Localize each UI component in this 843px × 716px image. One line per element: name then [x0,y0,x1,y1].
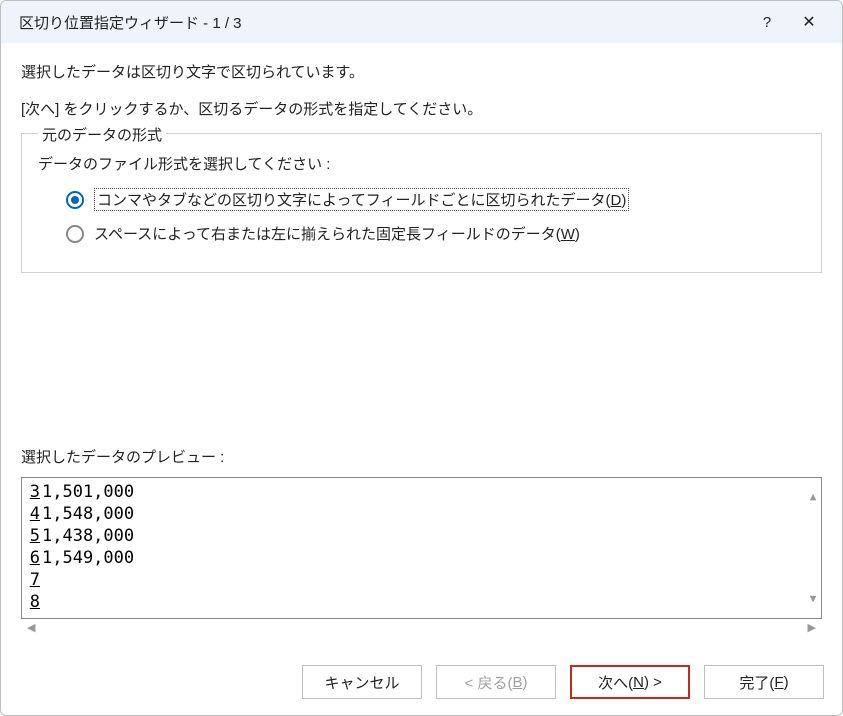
radio-delimited[interactable]: コンマやタブなどの区切り文字によってフィールドごとに区切られたデータ(D) [66,188,805,211]
radio-fixedwidth-label: スペースによって右または左に揃えられた固定長フィールドのデータ(W) [94,223,580,244]
titlebar: 区切り位置指定ウィザード - 1 / 3 ? ✕ [1,1,842,43]
dialog-body: 選択したデータは区切り文字で区切られています。 [次へ] をクリックするか、区切… [1,43,842,653]
data-format-group: 元のデータの形式 データのファイル形式を選択してください : コンマやタブなどの… [21,133,822,273]
intro-line-1: 選択したデータは区切り文字で区切られています。 [21,61,822,82]
scroll-up-icon: ▲ [807,486,819,508]
preview-row: 8 [28,591,821,613]
preview-row: 61,549,000 [28,547,821,569]
button-row: キャンセル < 戻る(B) 次へ(N) > 完了(F) [1,653,842,715]
preview-row: 31,501,000 [28,481,821,503]
back-button[interactable]: < 戻る(B) [436,665,556,699]
wizard-window: 区切り位置指定ウィザード - 1 / 3 ? ✕ 選択したデータは区切り文字で区… [0,0,843,716]
radio-fixedwidth[interactable]: スペースによって右または左に揃えられた固定長フィールドのデータ(W) [66,223,805,244]
vertical-scrollbar[interactable]: ▲ ▼ [807,486,819,610]
scroll-right-icon: ▶ [808,621,816,641]
radio-delimited-label: コンマやタブなどの区切り文字によってフィールドごとに区切られたデータ(D) [94,188,629,211]
preview-row: 51,438,000 [28,525,821,547]
help-button[interactable]: ? [746,14,788,31]
group-prompt: データのファイル形式を選択してください : [38,153,805,174]
scroll-left-icon: ◀ [27,621,35,641]
preview-label: 選択したデータのプレビュー : [21,446,822,467]
data-preview: 31,501,000 41,548,000 51,438,000 61,549,… [21,477,822,619]
group-legend: 元のデータの形式 [38,124,166,145]
intro-line-2: [次へ] をクリックするか、区切るデータの形式を指定してください。 [21,98,822,119]
radio-icon [66,225,84,243]
finish-button[interactable]: 完了(F) [704,665,824,699]
scroll-down-icon: ▼ [807,588,819,610]
radio-icon [66,191,84,209]
preview-row: 7 [28,569,821,591]
window-title: 区切り位置指定ウィザード - 1 / 3 [19,12,746,33]
cancel-button[interactable]: キャンセル [302,665,422,699]
preview-row: 41,548,000 [28,503,821,525]
next-button[interactable]: 次へ(N) > [570,665,690,699]
horizontal-scrollbar[interactable]: ◀ ▶ [21,619,822,641]
close-button[interactable]: ✕ [788,12,830,32]
